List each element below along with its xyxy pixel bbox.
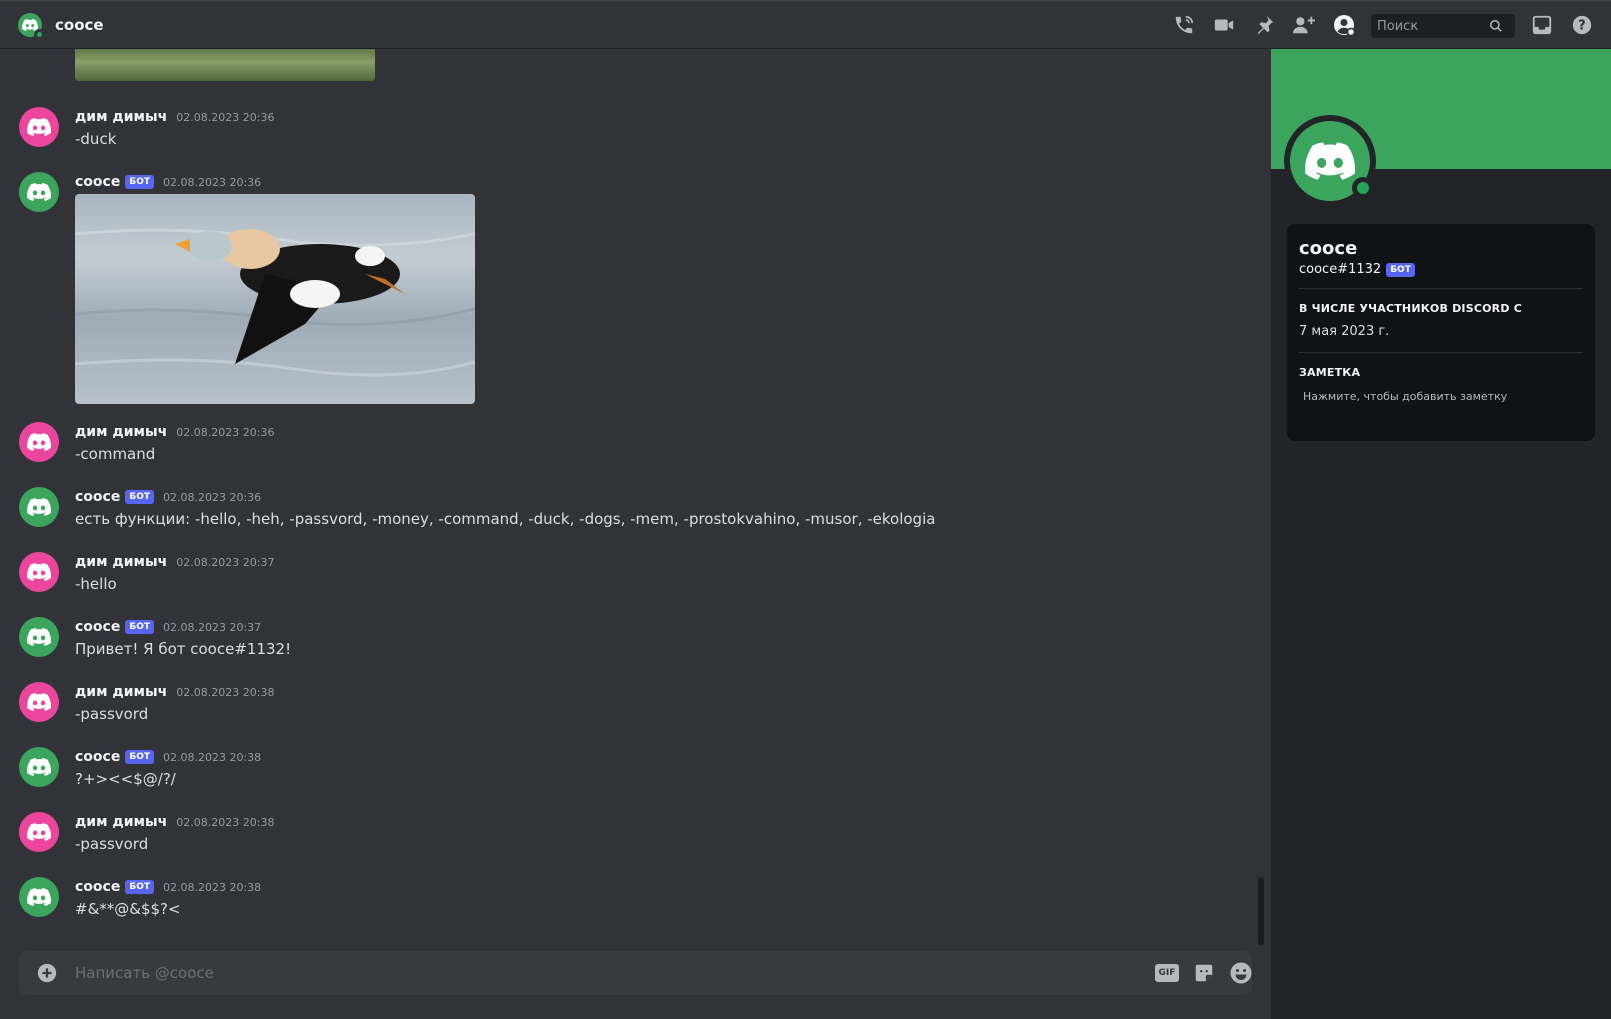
discord-logo-icon (27, 823, 51, 841)
previous-attachment-image[interactable] (75, 49, 375, 81)
avatar[interactable] (19, 487, 59, 527)
discord-logo-icon (27, 118, 51, 136)
timestamp: 02.08.2023 20:38 (163, 880, 262, 894)
inbox-icon[interactable] (1530, 13, 1554, 37)
message-text: -duck (75, 130, 117, 148)
author-name[interactable]: cooce (75, 749, 120, 765)
member-since-title: В числе участников Discord с (1299, 302, 1522, 315)
discord-logo-icon (27, 183, 51, 201)
author-name[interactable]: cooce (75, 619, 120, 635)
user-profile-icon[interactable] (1332, 13, 1356, 37)
timestamp: 02.08.2023 20:38 (176, 685, 275, 699)
note-title: Заметка (1299, 366, 1361, 379)
timestamp: 02.08.2023 20:36 (163, 175, 262, 189)
user-profile-panel: cooce cooce#1132 БОТ В числе участников … (1271, 49, 1611, 1019)
online-status-icon (1352, 177, 1374, 199)
discord-logo-icon (27, 498, 51, 516)
duck-image[interactable] (75, 194, 475, 404)
author-name[interactable]: дим димыч (75, 424, 167, 440)
avatar[interactable] (19, 812, 59, 852)
svg-text:?: ? (1578, 19, 1585, 34)
divider (1299, 288, 1583, 289)
search-icon (1489, 18, 1505, 34)
message-scrollbar[interactable] (1258, 877, 1264, 945)
avatar[interactable] (19, 682, 59, 722)
profile-avatar[interactable] (1284, 115, 1376, 207)
timestamp: 02.08.2023 20:38 (163, 750, 262, 764)
emoji-icon[interactable] (1229, 961, 1253, 985)
discord-logo-icon (27, 693, 51, 711)
profile-tag: cooce#1132 (1299, 262, 1382, 277)
timestamp: 02.08.2023 20:37 (163, 620, 262, 634)
avatar[interactable] (19, 617, 59, 657)
timestamp: 02.08.2023 20:37 (176, 555, 275, 569)
author-name[interactable]: cooce (75, 174, 120, 190)
message-text: ?+><<$@/?/ (75, 770, 176, 788)
timestamp: 02.08.2023 20:38 (176, 815, 275, 829)
sticker-icon[interactable] (1192, 961, 1216, 985)
add-friend-icon[interactable] (1292, 13, 1316, 37)
help-icon[interactable]: ? (1570, 13, 1594, 37)
bot-badge: БОТ (125, 750, 154, 764)
profile-name: cooce (1299, 238, 1358, 259)
avatar[interactable] (19, 552, 59, 592)
phone-call-icon[interactable] (1172, 13, 1196, 37)
author-name[interactable]: дим димыч (75, 684, 167, 700)
header-avatar (18, 13, 45, 40)
message-composer: GIF (19, 951, 1252, 995)
bot-badge: БОТ (1386, 262, 1415, 277)
author-name[interactable]: дим димыч (75, 814, 167, 830)
message-text: -hello (75, 575, 117, 593)
timestamp: 02.08.2023 20:36 (176, 425, 275, 439)
pin-icon[interactable] (1252, 13, 1276, 37)
divider (1299, 352, 1583, 353)
search-input[interactable] (1371, 18, 1489, 34)
gif-icon: GIF (1155, 964, 1179, 982)
discord-logo-icon (27, 758, 51, 776)
discord-logo-icon (27, 628, 51, 646)
discord-logo-icon (27, 888, 51, 906)
author-name[interactable]: дим димыч (75, 109, 167, 125)
message-text: -command (75, 445, 156, 463)
timestamp: 02.08.2023 20:36 (176, 110, 275, 124)
avatar[interactable] (19, 172, 59, 212)
message-text: -passvord (75, 705, 149, 723)
avatar[interactable] (19, 107, 59, 147)
discord-logo-icon (27, 563, 51, 581)
message-list[interactable]: дим димыч 02.08.2023 20:36 -duck cooce Б… (0, 49, 1263, 945)
avatar[interactable] (19, 747, 59, 787)
avatar[interactable] (19, 877, 59, 917)
author-name[interactable]: cooce (75, 879, 120, 895)
message-input[interactable] (75, 961, 1075, 985)
note-input[interactable]: Нажмите, чтобы добавить заметку (1299, 386, 1583, 408)
author-name[interactable]: cooce (75, 489, 120, 505)
timestamp: 02.08.2023 20:36 (163, 490, 262, 504)
online-status-icon (34, 29, 45, 40)
avatar[interactable] (19, 422, 59, 462)
member-since-value: 7 мая 2023 г. (1299, 324, 1390, 339)
author-name[interactable]: дим димыч (75, 554, 167, 570)
message-text: #&**@&$$?< (75, 900, 181, 918)
add-attachment-icon[interactable] (36, 962, 58, 984)
gif-button[interactable]: GIF (1155, 961, 1179, 985)
search-box[interactable] (1371, 14, 1515, 38)
channel-header: cooce ? (0, 0, 1611, 49)
profile-card: cooce cooce#1132 БОТ В числе участников … (1287, 224, 1595, 441)
discord-logo-icon (1305, 142, 1355, 180)
bot-badge: БОТ (125, 490, 154, 504)
bot-badge: БОТ (125, 880, 154, 894)
bot-badge: БОТ (125, 175, 154, 189)
discord-logo-icon (27, 433, 51, 451)
bot-badge: БОТ (125, 620, 154, 634)
message-text: -passvord (75, 835, 149, 853)
message-text: Привет! Я бот cooce#1132! (75, 640, 292, 658)
channel-title: cooce (55, 16, 104, 34)
video-call-icon[interactable] (1212, 13, 1236, 37)
message-text: есть функции: -hello, -heh, -passvord, -… (75, 510, 936, 528)
